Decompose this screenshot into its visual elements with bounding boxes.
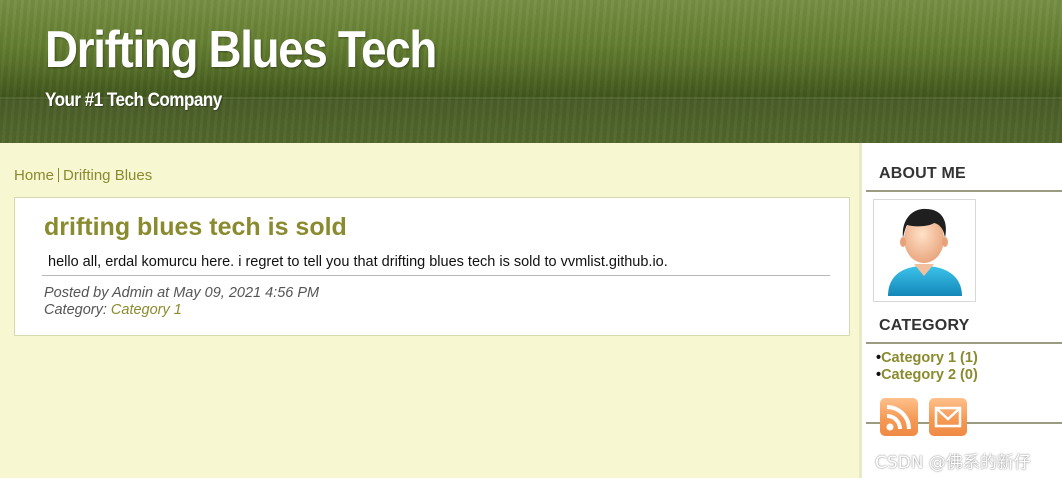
breadcrumb-current-link[interactable]: Drifting Blues bbox=[63, 167, 152, 184]
blog-post: drifting blues tech is sold hello all, e… bbox=[14, 197, 850, 336]
post-posted-by: Posted by Admin at May 09, 2021 4:56 PM bbox=[44, 285, 320, 301]
list-item: Category 1 (1) bbox=[876, 350, 978, 367]
site-tagline: Your #1 Tech Company bbox=[45, 90, 222, 111]
list-item: Category 2 (0) bbox=[876, 367, 978, 384]
post-title[interactable]: drifting blues tech is sold bbox=[44, 213, 347, 242]
about-me-rule bbox=[866, 190, 1062, 192]
breadcrumb-home-link[interactable]: Home bbox=[14, 167, 54, 184]
mail-icon[interactable] bbox=[929, 398, 967, 436]
post-category-link[interactable]: Category 1 bbox=[111, 302, 182, 318]
sidebar: ABOUT ME CATEGORY Category 1 ( bbox=[859, 143, 1062, 478]
post-meta: Posted by Admin at May 09, 2021 4:56 PM … bbox=[44, 285, 319, 319]
rss-icon[interactable] bbox=[880, 398, 918, 436]
breadcrumb: Home Drifting Blues bbox=[14, 167, 152, 184]
category-link[interactable]: Category 1 (1) bbox=[881, 350, 978, 366]
breadcrumb-separator bbox=[58, 168, 60, 182]
site-header: Drifting Blues Tech Your #1 Tech Company bbox=[0, 0, 1062, 143]
post-divider bbox=[42, 275, 830, 276]
category-rule bbox=[866, 342, 1062, 344]
category-link[interactable]: Category 2 (0) bbox=[881, 367, 978, 383]
avatar bbox=[873, 199, 976, 302]
category-list: Category 1 (1) Category 2 (0) bbox=[876, 350, 978, 384]
post-category-label: Category: bbox=[44, 302, 107, 318]
post-category-line: Category: Category 1 bbox=[44, 302, 319, 319]
csdn-watermark: CSDN @佛系的新仔 bbox=[875, 453, 1031, 473]
post-body: hello all, erdal komurcu here. i regret … bbox=[48, 254, 668, 270]
user-avatar-icon bbox=[888, 208, 962, 296]
site-title[interactable]: Drifting Blues Tech bbox=[45, 24, 437, 76]
category-heading: CATEGORY bbox=[879, 317, 970, 334]
about-me-heading: ABOUT ME bbox=[879, 165, 966, 182]
